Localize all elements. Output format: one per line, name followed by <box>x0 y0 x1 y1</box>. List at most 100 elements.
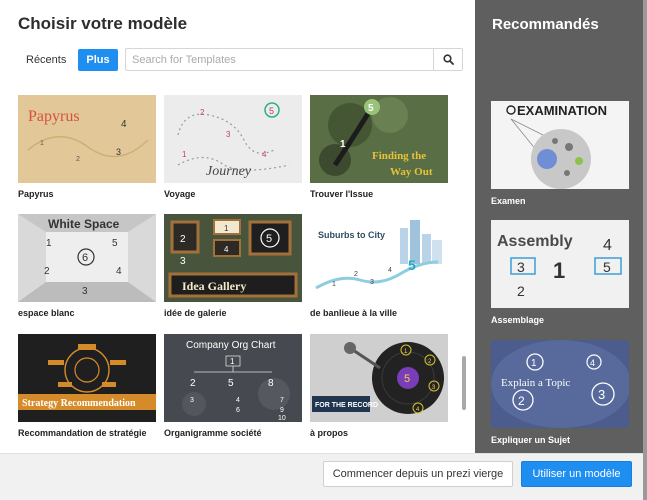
thumb-text: Papyrus <box>28 108 80 125</box>
thumb-text: 1 <box>553 258 565 283</box>
template-name: de banlieue à la ville <box>310 308 398 318</box>
thumb-text: 1 <box>224 224 229 233</box>
template-thumbnail[interactable]: 1 4 Explain a Topic 2 3 <box>491 340 629 428</box>
thumb-text: 8 <box>268 378 274 389</box>
thumb-text: 1 <box>332 281 336 288</box>
thumb-text: 5 <box>266 233 272 245</box>
search-input[interactable] <box>126 49 433 70</box>
template-name: Trouver l'Issue <box>310 189 374 199</box>
thumb-text: 4 <box>116 266 122 277</box>
thumb-text: 3 <box>598 387 605 402</box>
thumb-text: 4 <box>603 237 612 254</box>
template-name: Papyrus <box>18 189 54 199</box>
template-name: Expliquer un Sujet <box>491 435 571 445</box>
thumb-text: EXAMINATION <box>517 103 607 118</box>
thumb-text: 1 <box>531 358 537 369</box>
thumb-text: 1 <box>182 150 187 159</box>
template-name: Recommandation de stratégie <box>18 428 147 438</box>
thumb-text: Journey <box>206 164 252 179</box>
thumb-text: 4 <box>224 245 229 254</box>
search-icon <box>442 54 454 65</box>
start-blank-prezi-button[interactable]: Commencer depuis un prezi vierge <box>323 461 513 487</box>
thumb-text: 4 <box>236 397 240 404</box>
template-thumbnail[interactable]: White Space 1 5 6 2 4 3 <box>18 214 156 302</box>
search-box <box>125 48 463 71</box>
thumb-text: 5 <box>228 378 234 389</box>
template-thumbnail[interactable]: Assembly 4 3 1 5 2 <box>491 220 629 308</box>
panel-edge <box>643 0 647 500</box>
template-card-papyrus[interactable]: Papyrus 4 1 2 3 Papyrus <box>18 95 156 199</box>
thumb-text: 3 <box>180 256 186 267</box>
template-thumbnail[interactable]: 2 1 3 5 4 Idea Gallery <box>164 214 302 302</box>
thumb-text: 2 <box>44 266 50 277</box>
thumb-text: 6 <box>82 252 88 264</box>
thumb-text: 5 <box>408 257 416 273</box>
thumb-text: 3 <box>517 259 525 275</box>
template-card-idee-galerie[interactable]: 2 1 3 5 4 Idea Gallery idée de galerie <box>164 214 302 318</box>
thumb-text: 1 <box>340 139 346 150</box>
template-name: à propos <box>310 428 349 438</box>
template-thumbnail[interactable]: 2 5 3 4 1 Journey <box>164 95 302 183</box>
thumb-text: 10 <box>278 415 286 422</box>
template-tabs: Récents Plus <box>18 49 118 71</box>
thumb-text: 2 <box>200 108 205 117</box>
thumb-text: 1 <box>46 238 52 249</box>
thumb-text: FOR THE RECORD <box>315 402 378 409</box>
thumb-text: 4 <box>590 358 595 368</box>
tab-recents[interactable]: Récents <box>18 49 74 71</box>
thumb-text: Finding the <box>372 150 426 162</box>
thumb-text: 5 <box>404 373 410 385</box>
template-thumbnail[interactable]: EXAMINATION <box>491 101 629 189</box>
thumb-text: Company Org Chart <box>186 340 276 351</box>
thumb-text: 4 <box>121 119 127 130</box>
thumb-text: 2 <box>76 156 80 163</box>
template-card-trouver-issue[interactable]: 5 1 Finding the Way Out Trouver l'Issue <box>310 95 448 199</box>
thumb-text: 1 <box>40 140 44 147</box>
template-thumbnail[interactable]: 5 1 2 3 4 FOR THE RECORD <box>310 334 448 422</box>
template-thumbnail[interactable]: Papyrus 4 1 2 3 <box>18 95 156 183</box>
thumb-text: 2 <box>354 271 358 278</box>
tab-plus[interactable]: Plus <box>78 49 118 71</box>
template-card-voyage[interactable]: 2 5 3 4 1 Journey Voyage <box>164 95 302 199</box>
thumb-text: 5 <box>269 106 274 116</box>
thumb-text: 3 <box>116 147 121 157</box>
template-chooser: Choisir votre modèle Récents Plus Papyru… <box>0 0 475 453</box>
template-name: Assemblage <box>491 315 545 325</box>
recommended-card-examen[interactable]: EXAMINATION Examen <box>491 101 629 206</box>
thumb-text: 4 <box>262 150 267 159</box>
thumb-text: Assembly <box>497 233 573 250</box>
template-name: Examen <box>491 196 526 206</box>
thumb-text: Strategy Recommendation <box>22 398 136 409</box>
template-grid: Papyrus 4 1 2 3 Papyrus 2 5 3 4 1 Journe… <box>0 80 475 453</box>
template-card-strategie[interactable]: Strategy Recommendation Recommandation d… <box>18 334 156 438</box>
template-thumbnail[interactable]: Company Org Chart 1 2 5 8 3 4 6 7 9 10 <box>164 334 302 422</box>
thumb-text: 3 <box>226 130 231 139</box>
thumb-text: Way Out <box>390 166 433 178</box>
template-card-espace-blanc[interactable]: White Space 1 5 6 2 4 3 espace blanc <box>18 214 156 318</box>
thumb-text: 7 <box>280 397 284 404</box>
template-thumbnail[interactable]: 5 1 Finding the Way Out <box>310 95 448 183</box>
scrollbar-thumb[interactable] <box>462 356 466 410</box>
template-card-organigramme[interactable]: Company Org Chart 1 2 5 8 3 4 6 7 9 10 O… <box>164 334 302 438</box>
thumb-text: 2 <box>190 378 196 389</box>
page-title: Choisir votre modèle <box>18 14 188 33</box>
template-card-banlieue-ville[interactable]: Suburbs to City 1 2 3 4 5 de banlieue à … <box>310 214 448 318</box>
thumb-text: 3 <box>82 286 88 297</box>
template-thumbnail[interactable]: Suburbs to City 1 2 3 4 5 <box>310 214 448 302</box>
thumb-text: 5 <box>368 103 374 114</box>
template-name: idée de galerie <box>164 308 227 318</box>
thumb-text: 1 <box>230 357 235 366</box>
template-card-a-propos[interactable]: 5 1 2 3 4 FOR THE RECORD à propos <box>310 334 448 438</box>
template-thumbnail[interactable]: Strategy Recommendation <box>18 334 156 422</box>
thumb-text: White Space <box>48 217 120 231</box>
thumb-text: 3 <box>190 397 194 404</box>
search-button[interactable] <box>433 49 462 70</box>
thumb-text: 6 <box>236 407 240 414</box>
thumb-text: 3 <box>370 279 374 286</box>
thumb-text: 4 <box>388 267 392 274</box>
recommended-card-assemblage[interactable]: Assembly 4 3 1 5 2 Assemblage <box>491 220 629 325</box>
thumb-text: 5 <box>112 238 118 249</box>
recommended-card-expliquer-sujet[interactable]: 1 4 Explain a Topic 2 3 Expliquer un Suj… <box>491 340 629 445</box>
use-template-button[interactable]: Utiliser un modèle <box>521 461 632 487</box>
thumb-text: 9 <box>280 407 284 414</box>
